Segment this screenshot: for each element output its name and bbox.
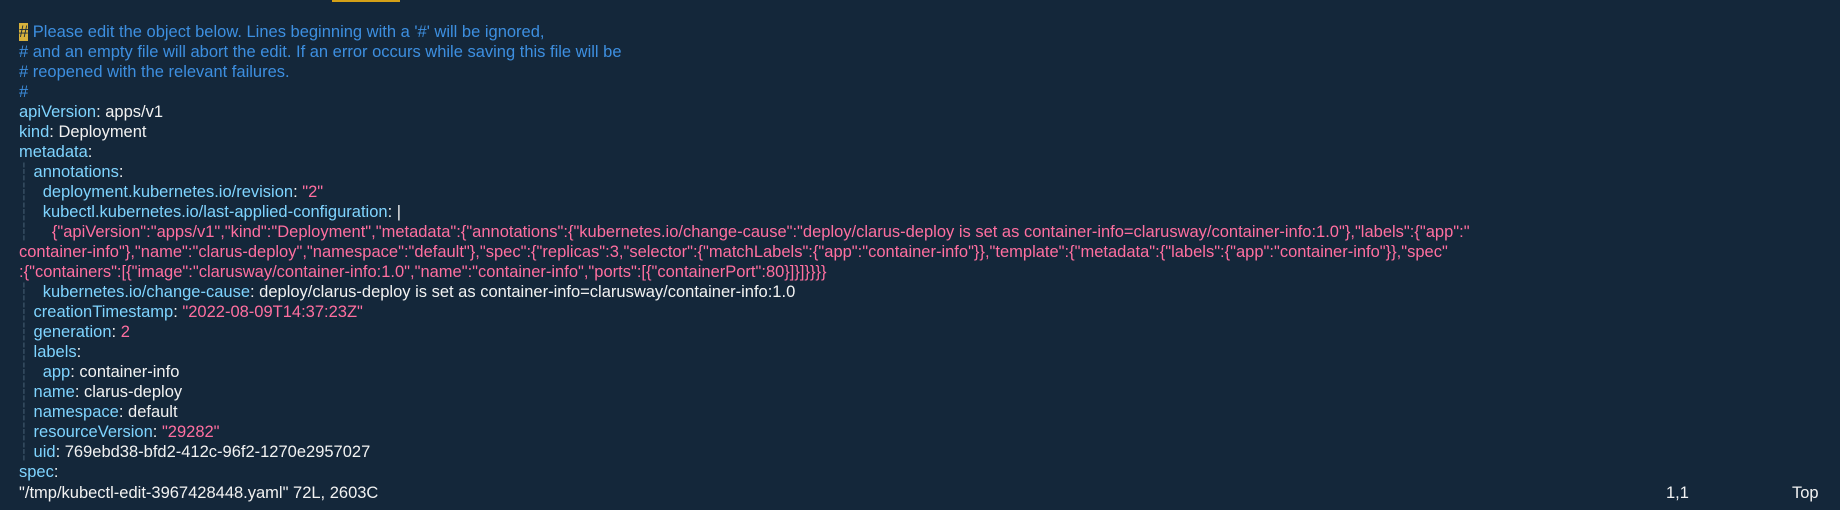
yaml-creation-timestamp: ┆ creationTimestamp: "2022-08-09T14:37:2…	[19, 303, 363, 321]
comment-line-1: # Please edit the object below. Lines be…	[19, 23, 545, 41]
yaml-uid: ┆ uid: 769ebd38-bfd2-412c-96f2-1270e2957…	[19, 443, 371, 461]
status-file-info: "/tmp/kubectl-edit-3967428448.yaml" 72L,…	[19, 484, 379, 502]
yaml-resource-version: ┆ resourceVersion: "29282"	[19, 423, 220, 441]
yaml-json-line-1: ┆ {"apiVersion":"apps/v1","kind":"Deploy…	[19, 223, 1470, 241]
yaml-kind: kind: Deployment	[19, 123, 147, 141]
yaml-labels: ┆ labels:	[19, 343, 82, 361]
yaml-change-cause: ┆ kubernetes.io/change-cause: deploy/cla…	[19, 283, 796, 301]
yaml-namespace: ┆ namespace: default	[19, 403, 178, 421]
vim-status-line: "/tmp/kubectl-edit-3967428448.yaml" 72L,…	[19, 483, 1829, 503]
active-tab-indicator	[332, 0, 400, 2]
terminal-window: # Please edit the object below. Lines be…	[0, 0, 1840, 510]
yaml-name: ┆ name: clarus-deploy	[19, 383, 183, 401]
yaml-last-applied: ┆ kubectl.kubernetes.io/last-applied-con…	[19, 203, 402, 221]
yaml-revision: ┆ deployment.kubernetes.io/revision: "2"	[19, 183, 324, 201]
yaml-generation: ┆ generation: 2	[19, 323, 130, 341]
comment-line-3: # reopened with the relevant failures.	[19, 63, 290, 81]
status-scroll-position: Top	[1792, 484, 1819, 502]
yaml-annotations: ┆ annotations:	[19, 163, 124, 181]
yaml-label-app: ┆ app: container-info	[19, 363, 180, 381]
status-cursor-position: 1,1	[1666, 484, 1689, 502]
yaml-json-line-3: :{"containers":[{"image":"clarusway/cont…	[19, 263, 827, 281]
yaml-metadata: metadata:	[19, 143, 93, 161]
comment-line-4: #	[19, 83, 29, 101]
yaml-spec: spec:	[19, 463, 59, 481]
yaml-json-line-2: container-info"},"name":"clarus-deploy",…	[19, 243, 1448, 261]
comment-line-2: # and an empty file will abort the edit.…	[19, 43, 622, 61]
vim-editor-buffer[interactable]: # Please edit the object below. Lines be…	[19, 22, 1829, 482]
yaml-apiversion: apiVersion: apps/v1	[19, 103, 164, 121]
text-cursor: #	[19, 23, 29, 41]
